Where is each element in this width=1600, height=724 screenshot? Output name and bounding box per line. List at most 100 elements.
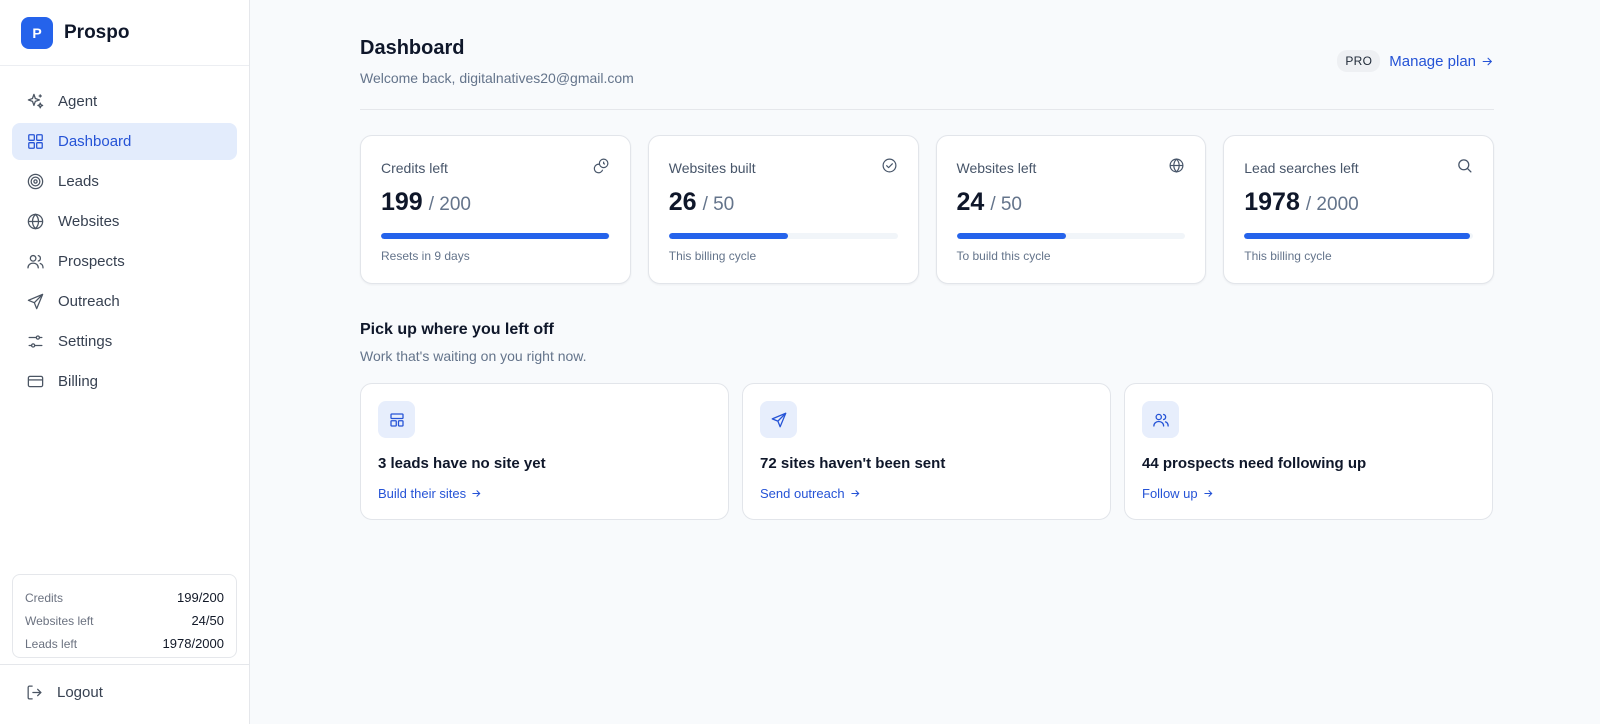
stat-note: To build this cycle <box>956 249 1051 263</box>
usage-value: 24/50 <box>191 613 224 628</box>
plan-area: PRO Manage plan <box>1337 50 1494 72</box>
brand: P Prospo <box>0 0 249 66</box>
users-icon <box>25 252 45 272</box>
task-link-label: Follow up <box>1142 486 1198 501</box>
page-title: Dashboard <box>360 37 465 59</box>
task-link-label: Build their sites <box>378 486 467 501</box>
check-circle-icon <box>881 157 898 174</box>
stat-value: 199 / 200 <box>381 188 471 217</box>
usage-row-leads: Leads left 1978/2000 <box>25 632 224 655</box>
sidebar-item-leads[interactable]: Leads <box>12 163 237 200</box>
usage-row-websites: Websites left 24/50 <box>25 609 224 632</box>
globe-icon <box>1168 157 1185 174</box>
stat-label: Credits left <box>381 160 448 176</box>
stat-total: / 2000 <box>1305 194 1359 215</box>
progress-bar <box>668 233 898 239</box>
arrow-right-icon <box>1481 55 1494 68</box>
progress-bar <box>1244 233 1473 239</box>
task-title: 44 prospects need following up <box>1142 455 1367 472</box>
stat-note: This billing cycle <box>1244 249 1332 263</box>
sidebar-item-label: Prospects <box>58 253 125 270</box>
stat-label: Lead searches left <box>1244 160 1359 176</box>
task-title: 3 leads have no site yet <box>378 455 546 472</box>
sidebar-item-label: Billing <box>58 373 99 390</box>
sidebar-item-prospects[interactable]: Prospects <box>12 243 237 280</box>
stat-note: Resets in 9 days <box>381 249 470 263</box>
usage-label: Leads left <box>25 636 78 651</box>
follow-up-link[interactable]: Follow up <box>1142 486 1214 501</box>
task-title: 72 sites haven't been sent <box>760 455 946 472</box>
sidebar-item-agent[interactable]: Agent <box>12 83 237 120</box>
logout-button[interactable]: Logout <box>25 683 103 702</box>
stats-row: Credits left 199 / 200 Resets in 9 days … <box>360 135 1494 284</box>
progress-bar <box>381 233 610 239</box>
task-card-leads-no-site: 3 leads have no site yet Build their sit… <box>360 383 729 520</box>
sidebar: P Prospo Agent Dashboard Leads Websites … <box>0 0 250 724</box>
send-icon <box>25 292 45 312</box>
stat-value: 1978 / 2000 <box>1244 188 1358 217</box>
sidebar-nav: Agent Dashboard Leads Websites Prospects <box>0 66 249 400</box>
arrow-right-icon <box>1203 488 1214 499</box>
section-title: Pick up where you left off <box>360 321 554 338</box>
progress-fill <box>668 233 788 239</box>
progress-fill <box>381 233 609 239</box>
grid-icon <box>25 132 45 152</box>
manage-plan-label: Manage plan <box>1389 52 1476 70</box>
manage-plan-link[interactable]: Manage plan <box>1389 53 1494 70</box>
task-card-prospects-follow-up: 44 prospects need following up Follow up <box>1124 383 1493 520</box>
stat-value: 26 / 50 <box>669 188 735 217</box>
stat-label: Websites built <box>668 160 756 176</box>
stat-card-websites-left: Websites left 24 / 50 To build this cycl… <box>935 135 1207 284</box>
brand-logo[interactable]: P <box>21 16 53 49</box>
target-icon <box>25 172 45 192</box>
stat-note: This billing cycle <box>668 249 757 263</box>
users-icon <box>1142 401 1179 438</box>
stat-card-credits: Credits left 199 / 200 Resets in 9 days <box>360 135 631 284</box>
sidebar-item-websites[interactable]: Websites <box>12 203 237 240</box>
sidebar-item-label: Websites <box>58 213 120 230</box>
usage-value: 1978/2000 <box>162 636 224 651</box>
stat-current: 24 <box>956 188 985 216</box>
coins-icon <box>593 157 610 174</box>
sidebar-item-label: Outreach <box>58 293 120 310</box>
credit-card-icon <box>25 372 45 392</box>
layout-icon <box>378 401 415 438</box>
usage-value: 199/200 <box>177 590 224 605</box>
sidebar-item-label: Settings <box>58 333 113 350</box>
build-sites-link[interactable]: Build their sites <box>378 486 482 501</box>
stat-value: 24 / 50 <box>957 188 1023 217</box>
stat-current: 26 <box>668 188 697 216</box>
globe-icon <box>25 212 45 232</box>
stat-current: 199 <box>381 188 423 216</box>
usage-row-credits: Credits 199/200 <box>25 586 224 609</box>
task-link-label: Send outreach <box>760 486 845 501</box>
sliders-icon <box>25 332 45 352</box>
logout-label: Logout <box>57 684 103 701</box>
send-outreach-link[interactable]: Send outreach <box>760 486 861 501</box>
usage-summary: Credits 199/200 Websites left 24/50 Lead… <box>12 574 237 658</box>
sidebar-item-outreach[interactable]: Outreach <box>12 283 237 320</box>
sidebar-item-dashboard[interactable]: Dashboard <box>12 123 237 160</box>
sidebar-item-settings[interactable]: Settings <box>12 323 237 360</box>
welcome-text: Welcome back, digitalnatives20@gmail.com <box>360 70 634 86</box>
stat-total: / 50 <box>990 194 1023 215</box>
section-subtitle: Work that's waiting on you right now. <box>360 348 587 364</box>
stat-current: 1978 <box>1244 188 1300 216</box>
progress-bar <box>956 233 1186 239</box>
sidebar-item-label: Leads <box>58 173 99 190</box>
send-icon <box>760 401 797 438</box>
arrow-right-icon <box>471 488 482 499</box>
progress-fill <box>956 233 1067 239</box>
search-icon <box>1456 157 1473 174</box>
progress-fill <box>1244 233 1471 239</box>
sidebar-item-label: Dashboard <box>58 133 132 150</box>
sidebar-item-billing[interactable]: Billing <box>12 363 237 400</box>
plan-badge: PRO <box>1337 50 1381 72</box>
stat-card-websites-built: Websites built 26 / 50 This billing cycl… <box>647 135 919 284</box>
logout-icon <box>25 683 44 702</box>
stat-total: / 200 <box>428 194 471 215</box>
page-header: Dashboard Welcome back, digitalnatives20… <box>360 0 1494 110</box>
stat-card-lead-searches: Lead searches left 1978 / 2000 This bill… <box>1223 135 1494 284</box>
sidebar-item-label: Agent <box>58 93 98 110</box>
stat-total: / 50 <box>702 194 735 215</box>
